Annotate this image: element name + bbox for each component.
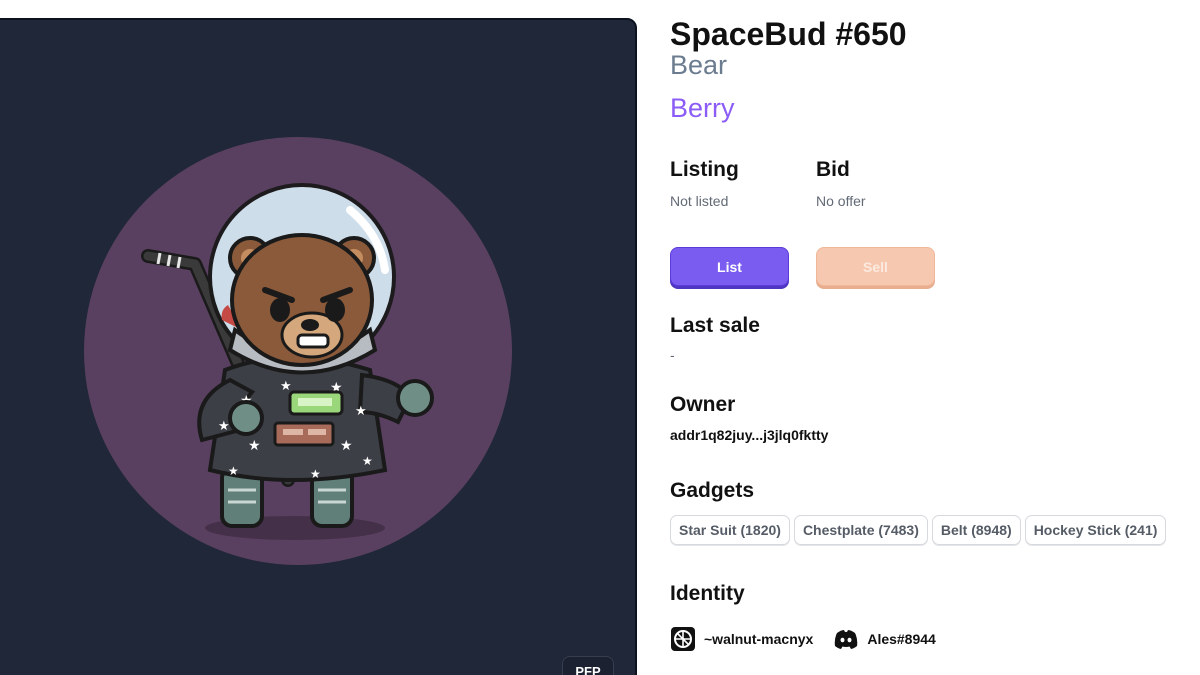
list-button[interactable]: List bbox=[670, 247, 789, 286]
bear-head bbox=[228, 233, 376, 367]
bid-heading: Bid bbox=[816, 158, 850, 181]
svg-text:★: ★ bbox=[218, 418, 230, 433]
listing-value: Not listed bbox=[670, 193, 729, 209]
gadget-chip[interactable]: Hockey Stick (241) bbox=[1024, 515, 1167, 545]
svg-text:★: ★ bbox=[355, 403, 367, 418]
nft-species: Bear bbox=[670, 50, 728, 80]
last-sale-value: - bbox=[670, 347, 675, 363]
pfp-button[interactable]: PFP bbox=[562, 656, 614, 675]
gadget-chip[interactable]: Belt (8948) bbox=[931, 515, 1021, 545]
chestplate bbox=[288, 390, 344, 416]
discord-icon bbox=[835, 630, 858, 649]
nft-type: Berry bbox=[670, 93, 735, 123]
identity-row: ~walnut-macnyx Ales#8944 bbox=[670, 626, 936, 652]
belt bbox=[273, 421, 335, 447]
handle-logo-icon bbox=[671, 627, 695, 651]
identity-heading: Identity bbox=[670, 582, 745, 605]
gadgets-list: Star Suit (1820) Chestplate (7483) Belt … bbox=[670, 515, 1167, 545]
svg-text:★: ★ bbox=[340, 437, 353, 453]
discord-name[interactable]: Ales#8944 bbox=[867, 631, 936, 647]
svg-text:★: ★ bbox=[362, 454, 373, 468]
svg-text:★: ★ bbox=[248, 437, 261, 453]
sell-button[interactable]: Sell bbox=[816, 247, 935, 286]
handle-name[interactable]: ~walnut-macnyx bbox=[704, 631, 813, 647]
spacebud-bear-artwork: ★ ★ ★ ★ ★ ★ ★ ★ ★ ★ bbox=[84, 137, 512, 565]
svg-text:★: ★ bbox=[228, 464, 239, 478]
last-sale-heading: Last sale bbox=[670, 314, 760, 337]
gadgets-heading: Gadgets bbox=[670, 479, 755, 502]
listing-heading: Listing bbox=[670, 158, 739, 181]
gadget-chip[interactable]: Chestplate (7483) bbox=[793, 515, 928, 545]
bid-value: No offer bbox=[816, 193, 866, 209]
svg-text:★: ★ bbox=[280, 378, 292, 393]
gadget-chip[interactable]: Star Suit (1820) bbox=[670, 515, 790, 545]
nft-artwork-panel: ★ ★ ★ ★ ★ ★ ★ ★ ★ ★ PFP bbox=[0, 18, 637, 675]
owner-heading: Owner bbox=[670, 393, 736, 416]
svg-text:★: ★ bbox=[310, 467, 321, 481]
owner-address-link[interactable]: addr1q82juy...j3jlq0fktty bbox=[670, 427, 828, 443]
nft-title: SpaceBud #650 bbox=[670, 16, 907, 52]
